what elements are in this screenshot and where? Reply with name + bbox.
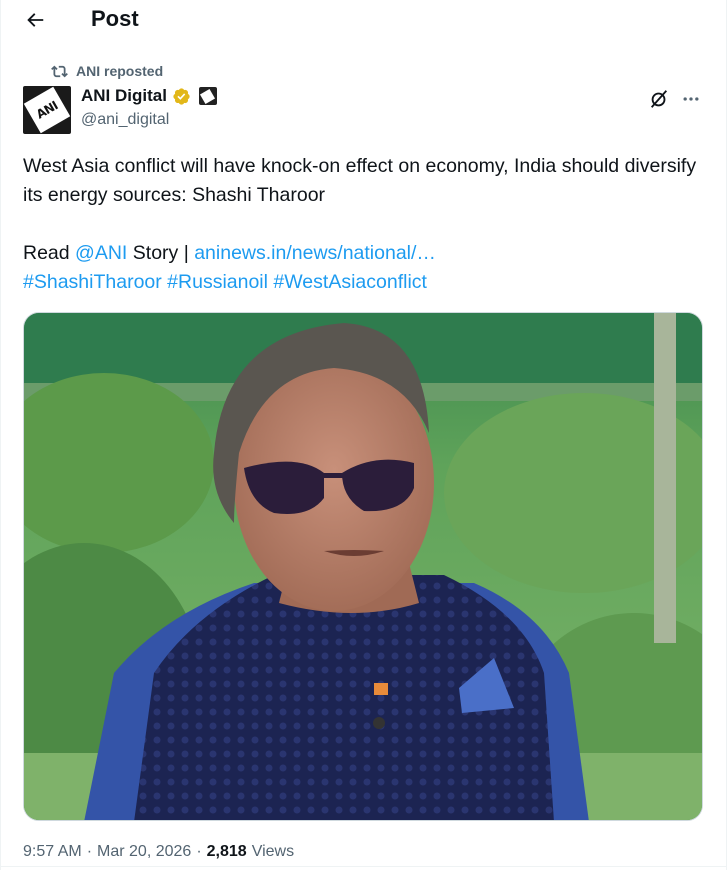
top-bar: Post xyxy=(1,0,727,40)
post-date[interactable]: Mar 20, 2026 xyxy=(97,843,191,861)
avatar-text: ANI xyxy=(33,98,61,122)
more-button[interactable] xyxy=(678,86,704,112)
arrow-left-icon xyxy=(27,13,44,27)
author-handle[interactable]: @ani_digital xyxy=(81,111,169,129)
article-link[interactable]: aninews.in/news/national/… xyxy=(194,242,436,264)
verified-badge-icon[interactable] xyxy=(172,87,191,106)
grok-button[interactable] xyxy=(646,86,672,112)
mention-link[interactable]: @ANI xyxy=(75,242,127,264)
repost-indicator[interactable]: ANI reposted xyxy=(51,62,163,80)
views-count: 2,818 xyxy=(206,843,247,860)
tweet-text: West Asia conflict will have knock-on ef… xyxy=(23,155,697,206)
tweet-read-line: Read @ANI Story | aninews.in/news/nation… xyxy=(23,239,703,268)
tweet-photo[interactable] xyxy=(23,312,703,821)
hashtag-link[interactable]: #WestAsiaconflict xyxy=(273,271,427,293)
hashtag-link[interactable]: #Russianoil xyxy=(167,271,268,293)
author-display-name[interactable]: ANI Digital xyxy=(81,86,167,106)
meta-separator: · xyxy=(196,843,202,860)
page-title: Post xyxy=(91,6,139,31)
read-prefix: Read xyxy=(23,242,76,264)
grok-icon xyxy=(650,90,668,108)
post-meta: 9:57 AM · Mar 20, 2026 · 2,818 Views xyxy=(23,843,294,861)
affiliate-badge-icon[interactable] xyxy=(198,87,217,105)
story-text: Story | xyxy=(127,242,195,264)
divider xyxy=(1,866,727,867)
author-name-row: ANI Digital xyxy=(81,86,217,106)
views-label: Views xyxy=(251,843,295,860)
post-time[interactable]: 9:57 AM xyxy=(23,843,82,861)
ani-logo: ANI xyxy=(23,86,71,134)
photo-illustration xyxy=(24,313,702,820)
meta-separator: · xyxy=(86,843,93,860)
repost-label: ANI reposted xyxy=(76,63,164,79)
hashtag-link[interactable]: #ShashiTharoor xyxy=(23,271,162,293)
repost-icon xyxy=(51,65,68,77)
hashtag-line: #ShashiTharoor #Russianoil #WestAsiaconf… xyxy=(23,268,703,297)
avatar[interactable]: ANI xyxy=(23,86,71,134)
more-icon xyxy=(683,97,699,101)
back-button[interactable] xyxy=(19,4,51,36)
post-detail-view: Post ANI reposted ANI ANI Digital @ani_d… xyxy=(0,0,727,870)
